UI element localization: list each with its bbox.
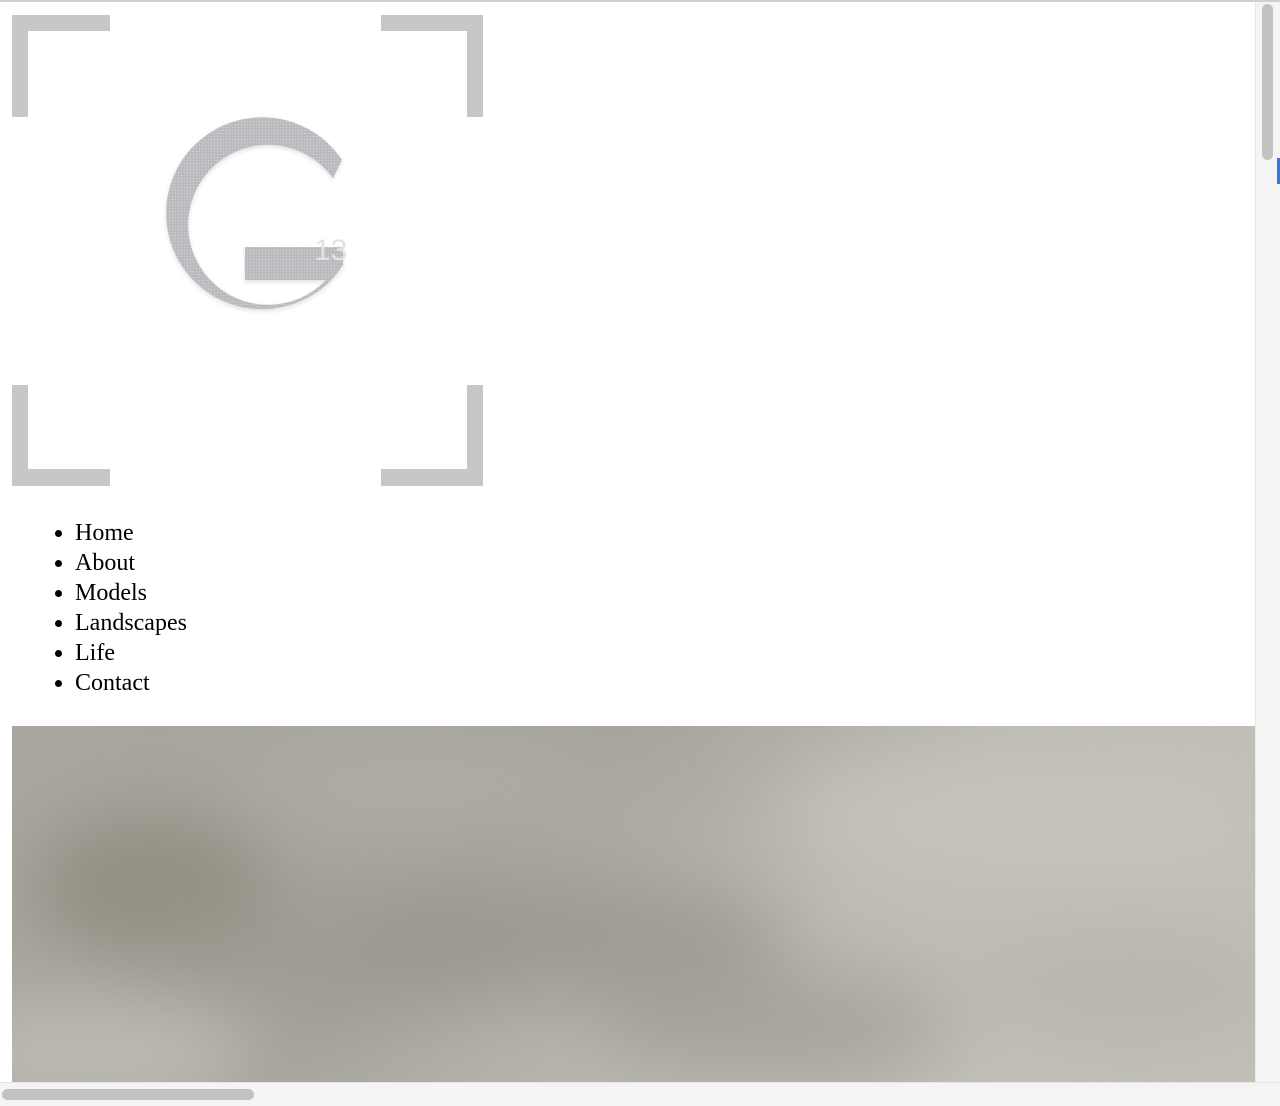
logo-superscript: 13 [314,234,347,267]
nav-link-home[interactable]: Home [75,520,134,546]
nav-link-life[interactable]: Life [75,640,115,666]
logo-g-mark [166,117,343,310]
horizontal-scrollbar[interactable] [0,1082,1280,1106]
hero-image [12,726,1255,1082]
browser-frame: 13 Home About Models Landscapes Life Con… [0,0,1280,1106]
nav-item-home: Home [75,518,187,548]
corner-top-right-icon [381,15,483,117]
nav-link-models[interactable]: Models [75,580,147,606]
corner-bottom-left-icon [12,385,110,486]
nav-link-about[interactable]: About [75,550,135,576]
nav-item-contact: Contact [75,668,187,698]
main-navigation: Home About Models Landscapes Life Contac… [0,518,187,698]
nav-item-life: Life [75,638,187,668]
nav-item-landscapes: Landscapes [75,608,187,638]
nav-link-landscapes[interactable]: Landscapes [75,610,187,636]
corner-top-left-icon [12,15,110,117]
page-viewport: 13 Home About Models Landscapes Life Con… [0,2,1255,1082]
nav-item-about: About [75,548,187,578]
nav-item-models: Models [75,578,187,608]
corner-bottom-right-icon [381,385,483,486]
vertical-scroll-thumb[interactable] [1262,4,1273,160]
hero-photo-blur [12,726,1255,1082]
horizontal-scroll-thumb[interactable] [2,1089,254,1100]
nav-link-contact[interactable]: Contact [75,670,150,696]
site-logo[interactable]: 13 [12,15,484,487]
